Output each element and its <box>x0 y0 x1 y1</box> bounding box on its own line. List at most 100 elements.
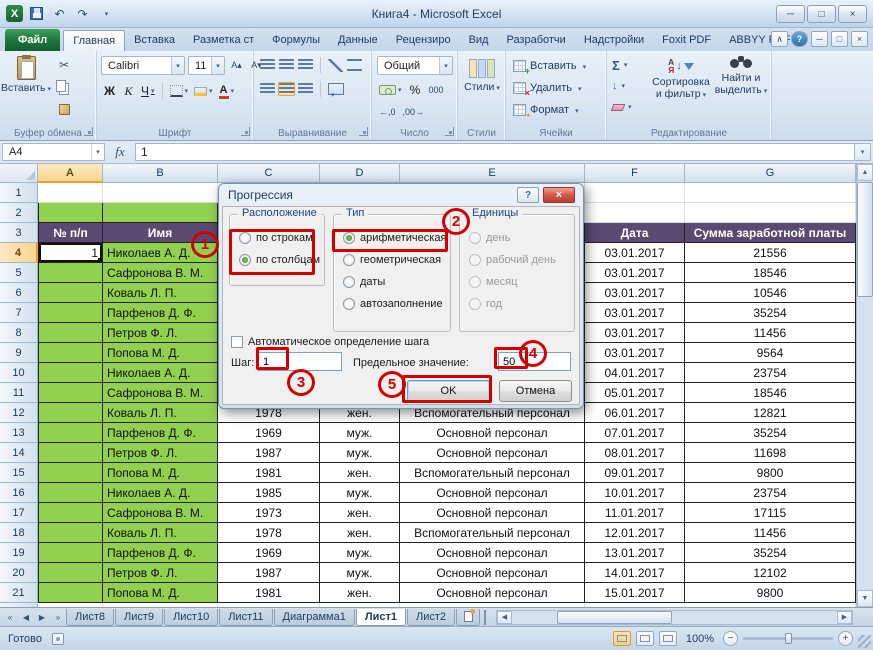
find-select-button[interactable]: Найти и выделить <box>713 56 769 98</box>
cell-E15[interactable]: Вспомогательный персонал <box>400 463 585 483</box>
format-cells-dropdown-icon[interactable] <box>573 104 579 116</box>
cell-C15[interactable]: 1981 <box>218 463 320 483</box>
cell-G1[interactable] <box>685 183 856 203</box>
cell-B16[interactable]: Николаев А. Д. <box>103 483 218 503</box>
cell-G2[interactable] <box>685 203 856 223</box>
dialog-help-icon[interactable]: ? <box>517 187 539 203</box>
ribbon-tab-Рецензиро[interactable]: Рецензиро <box>387 29 460 51</box>
cell-B7[interactable]: Парфенов Д. Ф. <box>103 303 218 323</box>
cell-B20[interactable]: Петров Ф. Л. <box>103 563 218 583</box>
cell-B5[interactable]: Сафронова В. М. <box>103 263 218 283</box>
cell-D14[interactable]: муж. <box>320 443 400 463</box>
cell-A7[interactable] <box>38 303 103 323</box>
cell-D21[interactable]: жен. <box>320 583 400 603</box>
horizontal-scroll-thumb[interactable] <box>557 611 672 624</box>
cell-C16[interactable]: 1985 <box>218 483 320 503</box>
radio-option-даты[interactable]: даты <box>343 275 448 289</box>
cell-C18[interactable]: 1978 <box>218 523 320 543</box>
font-dialog-launcher-icon[interactable] <box>241 127 250 136</box>
cell-A21[interactable] <box>38 583 103 603</box>
cell-G10[interactable]: 23754 <box>685 363 856 383</box>
cell-B21[interactable]: Попова М. Д. <box>103 583 218 603</box>
save-button[interactable] <box>27 4 46 23</box>
row-header-12[interactable]: 12 <box>0 403 38 423</box>
cell-A20[interactable] <box>38 563 103 583</box>
cell-G17[interactable]: 17115 <box>685 503 856 523</box>
delete-cells-dropdown-icon[interactable] <box>576 82 582 94</box>
merge-center-icon[interactable] <box>328 83 344 95</box>
bold-button[interactable]: Ж <box>101 82 118 101</box>
cell-F9[interactable]: 03.01.2017 <box>585 343 685 363</box>
cell-B6[interactable]: Коваль Л. П. <box>103 283 218 303</box>
row-header-9[interactable]: 9 <box>0 343 38 363</box>
copy-button[interactable] <box>52 78 76 96</box>
cell-A19[interactable] <box>38 543 103 563</box>
cell-E16[interactable]: Основной персонал <box>400 483 585 503</box>
cell-A9[interactable] <box>38 343 103 363</box>
cell-G15[interactable]: 9800 <box>685 463 856 483</box>
cell-D17[interactable]: жен. <box>320 503 400 523</box>
ribbon-tab-Главная[interactable]: Главная <box>63 30 125 52</box>
cell-A5[interactable] <box>38 263 103 283</box>
italic-button[interactable]: К <box>120 82 137 101</box>
formula-bar-expand-icon[interactable]: ▾ <box>855 143 871 161</box>
fill-handle[interactable] <box>98 258 102 262</box>
clipboard-dialog-launcher-icon[interactable] <box>84 127 93 136</box>
name-box-dropdown-icon[interactable]: ▾ <box>91 144 104 160</box>
column-header-B[interactable]: B <box>103 164 218 183</box>
qat-customize-button[interactable] <box>96 4 115 23</box>
cell-E19[interactable]: Основной персонал <box>400 543 585 563</box>
number-dialog-launcher-icon[interactable] <box>445 127 454 136</box>
cell-B1[interactable] <box>103 183 218 203</box>
close-button[interactable]: × <box>838 5 867 23</box>
ribbon-tab-Формулы[interactable]: Формулы <box>263 29 329 51</box>
prev-sheet-icon[interactable]: ◀ <box>18 610 34 625</box>
cell-A6[interactable] <box>38 283 103 303</box>
row-header-8[interactable]: 8 <box>0 323 38 343</box>
tab-splitter-handle[interactable] <box>484 610 488 625</box>
name-box[interactable]: A4 ▾ <box>2 143 105 161</box>
next-sheet-icon[interactable]: ▶ <box>34 610 50 625</box>
insert-cells-dropdown-icon[interactable] <box>581 60 587 72</box>
row-header-6[interactable]: 6 <box>0 283 38 303</box>
excel-app-icon[interactable]: X <box>6 5 23 22</box>
cell-A13[interactable] <box>38 423 103 443</box>
cell-F10[interactable]: 04.01.2017 <box>585 363 685 383</box>
cell-E20[interactable]: Основной персонал <box>400 563 585 583</box>
orientation-icon[interactable] <box>328 59 343 72</box>
cell-B2[interactable] <box>103 203 218 223</box>
sheet-tab-Диаграмма1[interactable]: Диаграмма1 <box>274 609 355 626</box>
cell-A11[interactable] <box>38 383 103 403</box>
cell-A2[interactable] <box>38 203 103 223</box>
cell-A8[interactable] <box>38 323 103 343</box>
autosum-button[interactable]: Σ <box>612 57 632 73</box>
cell-B17[interactable]: Сафронова В. М. <box>103 503 218 523</box>
zoom-level-label[interactable]: 100% <box>686 633 714 645</box>
cell-G20[interactable]: 12102 <box>685 563 856 583</box>
cell-G13[interactable]: 35254 <box>685 423 856 443</box>
undo-button[interactable]: ↶ <box>50 4 69 23</box>
row-header-21[interactable]: 21 <box>0 583 38 603</box>
cell-F1[interactable] <box>585 183 685 203</box>
borders-button[interactable] <box>168 82 191 101</box>
insert-function-button[interactable]: fx <box>105 141 135 163</box>
column-header-A[interactable]: A <box>38 164 103 183</box>
alignment-dialog-launcher-icon[interactable] <box>359 127 368 136</box>
cell-B11[interactable]: Сафронова В. М. <box>103 383 218 403</box>
select-all-corner[interactable] <box>0 164 38 183</box>
cancel-button[interactable]: Отмена <box>499 380 572 402</box>
minimize-button[interactable]: ─ <box>776 5 805 23</box>
decrease-decimal-button[interactable]: ,00→ <box>401 102 427 121</box>
row-header-4[interactable]: 4 <box>0 243 38 263</box>
cell-F19[interactable]: 13.01.2017 <box>585 543 685 563</box>
cell-C21[interactable]: 1981 <box>218 583 320 603</box>
cell-C20[interactable]: 1987 <box>218 563 320 583</box>
paste-button[interactable]: Вставить <box>4 53 48 123</box>
cell-F18[interactable]: 12.01.2017 <box>585 523 685 543</box>
cell-F11[interactable]: 05.01.2017 <box>585 383 685 403</box>
row-header-14[interactable]: 14 <box>0 443 38 463</box>
macro-record-icon[interactable] <box>52 633 64 645</box>
cell-B10[interactable]: Николаев А. Д. <box>103 363 218 383</box>
radio-icon[interactable] <box>343 254 355 266</box>
restore-button[interactable]: □ <box>807 5 836 23</box>
